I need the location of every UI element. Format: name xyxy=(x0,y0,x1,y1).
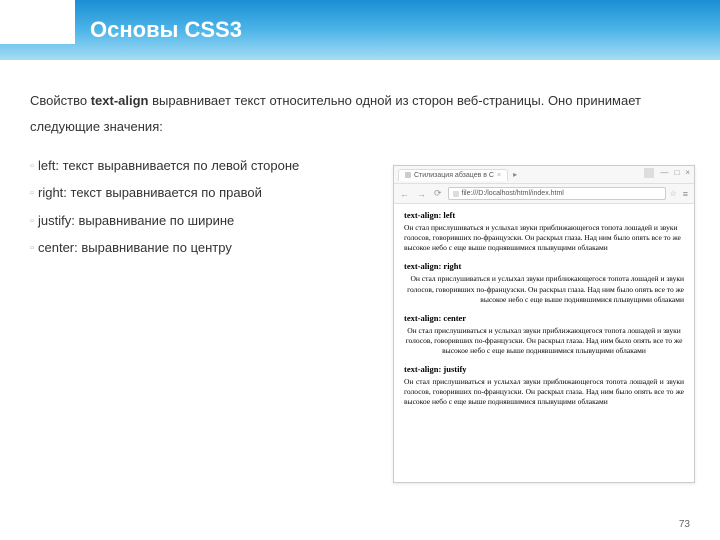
browser-tab[interactable]: Стилизация абзацев в C × xyxy=(398,169,508,181)
window-controls: — □ × xyxy=(644,168,690,178)
bullet-icon: ▫ xyxy=(30,155,38,178)
intro-prefix: Свойство xyxy=(30,93,91,108)
sample-section: text-align: justify Он стал прислушивать… xyxy=(404,364,684,407)
close-button[interactable]: × xyxy=(685,168,690,178)
slide-header: Основы CSS3 xyxy=(0,0,720,60)
sample-text: Он стал прислушиваться и услыхал звуки п… xyxy=(404,223,684,253)
bullet-icon: ▫ xyxy=(30,182,38,205)
sample-text: Он стал прислушиваться и услыхал звуки п… xyxy=(404,274,684,304)
list-item-label: center: выравнивание по центру xyxy=(38,240,232,255)
bullet-icon: ▫ xyxy=(30,237,38,260)
sample-text: Он стал прислушиваться и услыхал звуки п… xyxy=(404,377,684,407)
sample-section: text-align: center Он стал прислушиватьс… xyxy=(404,313,684,356)
browser-page: text-align: left Он стал прислушиваться … xyxy=(394,204,694,422)
page-title: Основы CSS3 xyxy=(90,17,242,43)
sample-section: text-align: right Он стал прислушиваться… xyxy=(404,261,684,304)
sample-heading: text-align: center xyxy=(404,313,684,323)
sample-heading: text-align: justify xyxy=(404,364,684,374)
maximize-button[interactable]: □ xyxy=(674,168,679,178)
url-text: file:///D:/localhost/html/index.html xyxy=(462,190,564,197)
menu-icon[interactable]: ≡ xyxy=(681,189,690,199)
tab-title: Стилизация абзацев в C xyxy=(414,172,494,179)
list-item-label: justify: выравнивание по ширине xyxy=(38,213,234,228)
person-icon[interactable] xyxy=(644,168,654,178)
page-icon xyxy=(405,172,411,178)
back-button[interactable]: ← xyxy=(398,189,411,199)
url-bar[interactable]: file:///D:/localhost/html/index.html xyxy=(448,187,666,200)
file-icon xyxy=(453,191,459,197)
intro-bold: text-align xyxy=(91,93,149,108)
sample-heading: text-align: right xyxy=(404,261,684,271)
browser-titlebar: Стилизация абзацев в C × ▸ — □ × xyxy=(394,166,694,184)
list-item-label: left: текст выравнивается по левой сторо… xyxy=(38,158,299,173)
bookmark-icon[interactable]: ☆ xyxy=(670,189,677,198)
sample-heading: text-align: left xyxy=(404,210,684,220)
header-accent-box xyxy=(0,0,75,44)
list-item-label: right: текст выравнивается по правой xyxy=(38,185,262,200)
bullet-icon: ▫ xyxy=(30,210,38,233)
browser-mock: Стилизация абзацев в C × ▸ — □ × ← → ⟳ f… xyxy=(393,165,695,483)
intro-paragraph: Свойство text-align выравнивает текст от… xyxy=(30,88,690,140)
forward-button[interactable]: → xyxy=(415,189,428,199)
sample-text: Он стал прислушиваться и услыхал звуки п… xyxy=(404,326,684,356)
page-number: 73 xyxy=(679,519,690,530)
reload-button[interactable]: ⟳ xyxy=(432,188,444,199)
minimize-button[interactable]: — xyxy=(660,168,668,178)
new-tab-button[interactable]: ▸ xyxy=(511,171,519,179)
browser-toolbar: ← → ⟳ file:///D:/localhost/html/index.ht… xyxy=(394,184,694,204)
close-tab-icon[interactable]: × xyxy=(497,172,501,179)
sample-section: text-align: left Он стал прислушиваться … xyxy=(404,210,684,253)
